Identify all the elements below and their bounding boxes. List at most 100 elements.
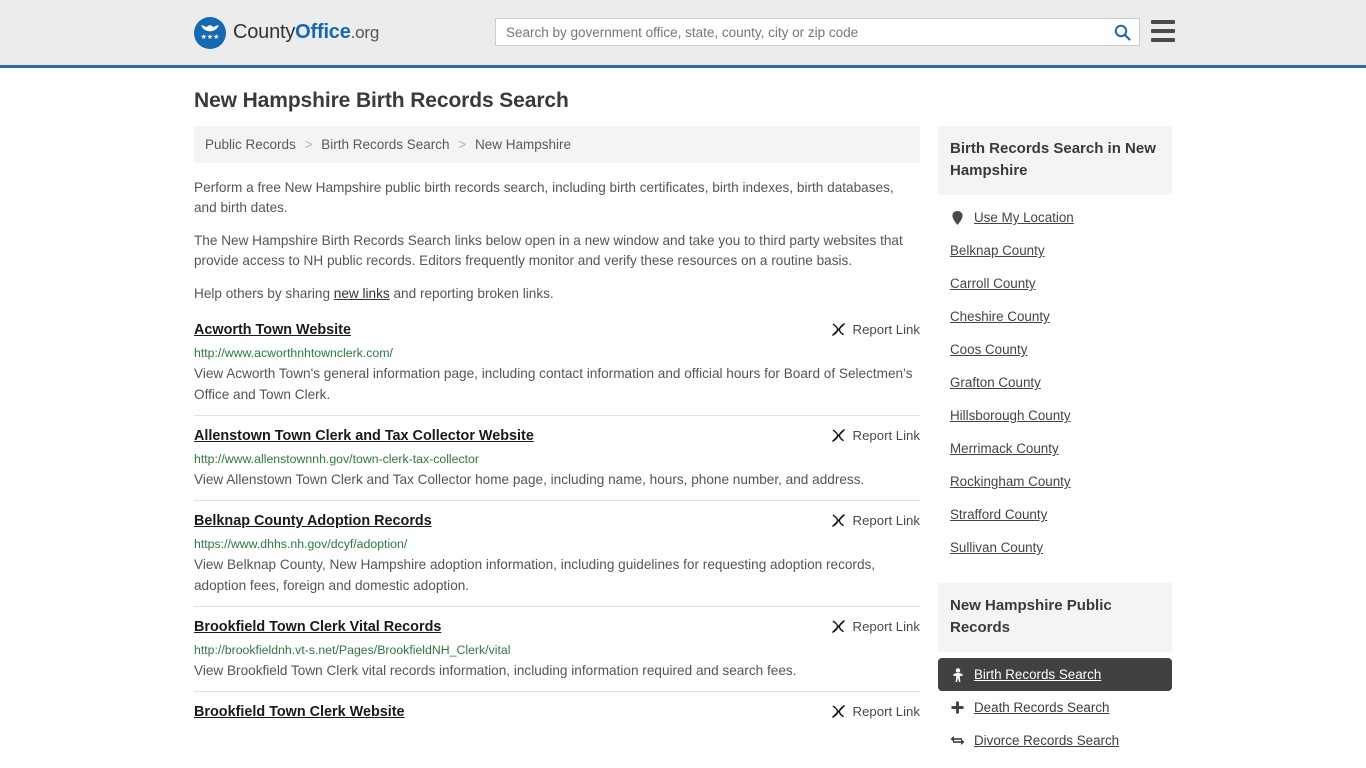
broken-link-icon: [831, 705, 845, 718]
sidebar-county-belknap[interactable]: Belknap County: [938, 234, 1172, 267]
location-pin-icon: [950, 210, 965, 225]
report-link-button[interactable]: Report Link: [831, 703, 920, 719]
sidebar-county-carroll[interactable]: Carroll County: [938, 267, 1172, 300]
hamburger-bar-1: [1151, 20, 1175, 24]
intro-p3-before: Help others by sharing: [194, 286, 334, 301]
sidebar-county-merrimack[interactable]: Merrimack County: [938, 432, 1172, 465]
results-list: Acworth Town Website Report Link http://…: [194, 317, 920, 731]
result-header: Brookfield Town Clerk Vital Records Repo…: [194, 618, 920, 636]
search-icon: [1114, 24, 1131, 41]
sidebar-county-hillsborough[interactable]: Hillsborough County: [938, 399, 1172, 432]
sidebar-county-cheshire[interactable]: Cheshire County: [938, 300, 1172, 333]
broken-link-icon: [831, 620, 845, 633]
sidebar-item-birth-records-search[interactable]: Birth Records Search: [938, 658, 1172, 691]
site-logo[interactable]: ★★★ CountyOffice.org: [194, 16, 379, 49]
result-description: View Allenstown Town Clerk and Tax Colle…: [194, 472, 865, 487]
page-container: New Hampshire Birth Records Search Publi…: [0, 89, 1366, 757]
result-url: http://www.acworthnhtownclerk.com/: [194, 346, 393, 360]
report-link-button[interactable]: Report Link: [831, 618, 920, 634]
stars-glyph: ★★★: [200, 34, 220, 41]
result-item: Allenstown Town Clerk and Tax Collector …: [194, 415, 920, 500]
report-link-label: Report Link: [852, 513, 920, 528]
result-item: Brookfield Town Clerk Vital Records Repo…: [194, 606, 920, 691]
sidebar-county-rockingham[interactable]: Rockingham County: [938, 465, 1172, 498]
result-header: Belknap County Adoption Records Report L…: [194, 512, 920, 530]
county-label: Carroll County: [950, 276, 1036, 291]
baby-icon: [950, 667, 965, 682]
result-title-link[interactable]: Brookfield Town Clerk Website: [194, 703, 405, 721]
result-title-link[interactable]: Belknap County Adoption Records: [194, 512, 432, 530]
result-url: http://www.allenstownnh.gov/town-clerk-t…: [194, 452, 479, 466]
intro-p3-after: and reporting broken links.: [389, 286, 554, 301]
eagle-glyph: [201, 25, 219, 32]
result-item: Belknap County Adoption Records Report L…: [194, 500, 920, 606]
main-column: Public Records > Birth Records Search > …: [194, 126, 920, 731]
result-item: Brookfield Town Clerk Website Report Lin…: [194, 691, 920, 731]
new-links-link[interactable]: new links: [334, 286, 390, 301]
sidebar-item-divorce-records-search[interactable]: Divorce Records Search: [938, 724, 1172, 757]
report-link-button[interactable]: Report Link: [831, 512, 920, 528]
hamburger-menu-icon[interactable]: [1151, 20, 1175, 42]
result-description: View Acworth Town's general information …: [194, 366, 913, 402]
counties-link-list: Use My Location Belknap County Carroll C…: [938, 195, 1172, 564]
sidebar-county-strafford[interactable]: Strafford County: [938, 498, 1172, 531]
sidebar-county-grafton[interactable]: Grafton County: [938, 366, 1172, 399]
site-header: ★★★ CountyOffice.org: [0, 0, 1366, 68]
breadcrumb-item-public-records[interactable]: Public Records: [205, 137, 296, 152]
intro-paragraph-2: The New Hampshire Birth Records Search l…: [194, 233, 903, 268]
use-my-location-link[interactable]: Use My Location: [938, 201, 1172, 234]
sidebar-county-sullivan[interactable]: Sullivan County: [938, 531, 1172, 564]
brand-part-tld: .org: [350, 23, 380, 42]
brand-wordmark: CountyOffice.org: [233, 21, 379, 44]
public-records-box: New Hampshire Public Records Birth Recor…: [938, 583, 1172, 757]
result-title-link[interactable]: Brookfield Town Clerk Vital Records: [194, 618, 441, 636]
hamburger-bar-3: [1151, 38, 1175, 42]
divorce-arrows-glyph: [950, 736, 965, 745]
result-header: Brookfield Town Clerk Website Report Lin…: [194, 703, 920, 721]
intro-paragraph-1: Perform a free New Hampshire public birt…: [194, 180, 894, 215]
public-records-link-list: Birth Records Search Death Records Searc…: [938, 652, 1172, 757]
report-link-label: Report Link: [852, 322, 920, 337]
result-url: http://brookfieldnh.vt-s.net/Pages/Brook…: [194, 643, 511, 657]
report-link-button[interactable]: Report Link: [831, 427, 920, 443]
counties-box-title: Birth Records Search in New Hampshire: [938, 126, 1172, 195]
county-label: Rockingham County: [950, 474, 1071, 489]
county-label: Sullivan County: [950, 540, 1044, 555]
result-title-link[interactable]: Allenstown Town Clerk and Tax Collector …: [194, 427, 534, 445]
county-label: Grafton County: [950, 375, 1041, 390]
cross-glyph: [951, 701, 964, 714]
result-description: View Belknap County, New Hampshire adopt…: [194, 557, 876, 593]
sidebar-item-death-records-search[interactable]: Death Records Search: [938, 691, 1172, 724]
cross-icon: [950, 701, 965, 714]
result-title-link[interactable]: Acworth Town Website: [194, 321, 351, 339]
divorce-arrows-icon: [950, 735, 965, 746]
search-button[interactable]: [1105, 19, 1139, 45]
broken-link-icon: [831, 514, 845, 527]
result-item: Acworth Town Website Report Link http://…: [194, 317, 920, 415]
page-title: New Hampshire Birth Records Search: [194, 89, 569, 112]
sidebar-item-label: Death Records Search: [974, 700, 1110, 715]
report-link-button[interactable]: Report Link: [831, 321, 920, 337]
brand-part-county: County: [233, 21, 296, 43]
breadcrumb-separator-1: >: [304, 137, 313, 152]
breadcrumb-separator-2: >: [458, 137, 467, 152]
county-label: Merrimack County: [950, 441, 1059, 456]
sidebar: Birth Records Search in New Hampshire Us…: [938, 126, 1172, 757]
content-columns: Public Records > Birth Records Search > …: [194, 126, 1172, 757]
breadcrumb-item-new-hampshire: New Hampshire: [474, 137, 571, 152]
search-input[interactable]: [496, 19, 1105, 45]
report-link-label: Report Link: [852, 704, 920, 719]
county-label: Strafford County: [950, 507, 1048, 522]
broken-link-icon: [831, 323, 845, 336]
sidebar-county-coos[interactable]: Coos County: [938, 333, 1172, 366]
sidebar-item-label: Birth Records Search: [974, 667, 1102, 682]
result-description: View Brookfield Town Clerk vital records…: [194, 663, 797, 678]
intro-paragraph-3: Help others by sharing new links and rep…: [194, 284, 920, 304]
use-my-location-label: Use My Location: [974, 210, 1074, 225]
location-pin-glyph: [952, 210, 963, 225]
breadcrumb-item-birth-records-search[interactable]: Birth Records Search: [321, 137, 449, 152]
counties-box: Birth Records Search in New Hampshire Us…: [938, 126, 1172, 564]
search-bar[interactable]: [495, 18, 1140, 46]
county-label: Coos County: [950, 342, 1028, 357]
intro-text: Perform a free New Hampshire public birt…: [194, 178, 920, 304]
